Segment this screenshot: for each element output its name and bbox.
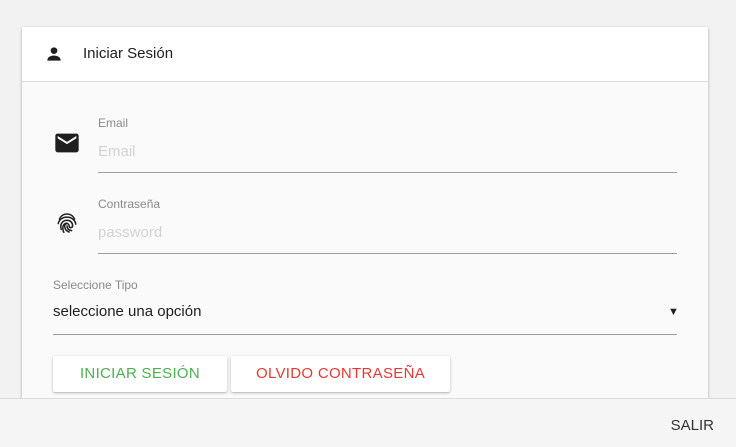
chevron-down-icon[interactable]: ▼ (668, 306, 679, 318)
card-title: Iniciar Sesión (83, 45, 174, 62)
password-label: Contraseña (98, 197, 161, 211)
email-underline (98, 172, 677, 173)
card-header: Iniciar Sesión (22, 27, 708, 82)
type-select-underline (53, 334, 677, 335)
footer-bar: SALIR (0, 398, 736, 447)
login-button[interactable]: INICIAR SESIÓN (53, 356, 227, 392)
type-select-label: Seleccione Tipo (53, 278, 138, 292)
fingerprint-icon (57, 213, 77, 234)
password-field[interactable] (98, 221, 675, 243)
email-label: Email (98, 116, 129, 130)
password-underline (98, 253, 677, 254)
type-select-value: seleccione una opción (53, 303, 202, 320)
exit-button[interactable]: SALIR (671, 417, 714, 434)
envelope-icon (55, 133, 79, 153)
person-icon (47, 47, 61, 61)
forgot-password-button[interactable]: OLVIDO CONTRASEÑA (231, 356, 450, 392)
login-card: Iniciar Sesión Email Contraseña Seleccio… (22, 27, 708, 407)
page: Iniciar Sesión Email Contraseña Seleccio… (0, 0, 736, 447)
email-field[interactable] (98, 140, 675, 162)
